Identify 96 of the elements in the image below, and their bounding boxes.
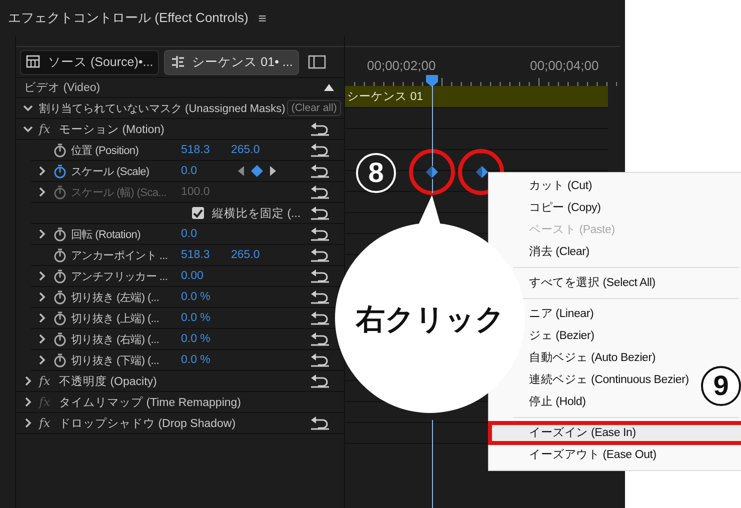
fx-toggle[interactable]: fx: [39, 416, 55, 430]
tab[interactable]: シーケンス 01• ...: [164, 50, 299, 74]
reset-icon[interactable]: [310, 122, 330, 136]
reset-icon[interactable]: [310, 269, 330, 283]
property-value[interactable]: 0.0 %: [181, 333, 231, 345]
property-label: 切り抜き (上端) (...: [71, 312, 160, 326]
reset-icon[interactable]: [310, 353, 330, 367]
chevron-icon[interactable]: [23, 376, 33, 386]
menu-item[interactable]: イーズアウト (Ease Out): [529, 444, 656, 466]
panel-title: エフェクトコントロール (Effect Controls): [8, 9, 248, 27]
menu-item[interactable]: ジェ (Bezier): [529, 325, 594, 347]
property-label: 位置 (Position): [71, 144, 140, 158]
fx-toggle[interactable]: fx: [39, 122, 55, 136]
reset-icon[interactable]: [310, 290, 330, 304]
effect-label: ドロップシャドウ (Drop Shadow): [59, 416, 237, 430]
checkbox[interactable]: [192, 207, 204, 219]
reset-icon[interactable]: [310, 143, 330, 157]
sequence-icon: [170, 55, 186, 69]
clip-bar[interactable]: シーケンス 01: [345, 86, 608, 108]
stopwatch-icon[interactable]: [53, 352, 67, 368]
effect-label: タイムリマップ (Time Remapping): [59, 395, 242, 410]
menu-item[interactable]: コピー (Copy): [529, 197, 601, 219]
previous-keyframe-icon[interactable]: [237, 166, 245, 176]
stopwatch-icon[interactable]: [53, 310, 67, 326]
property-label: 回転 (Rotation): [71, 228, 142, 242]
menu-item[interactable]: カット (Cut): [529, 175, 592, 197]
keyframe-icon[interactable]: [426, 166, 438, 178]
menu-item[interactable]: ニア (Linear): [529, 303, 594, 325]
effect-label: 不透明度 (Opacity): [59, 374, 158, 388]
property-value[interactable]: 265.0: [231, 144, 281, 156]
next-keyframe-icon[interactable]: [269, 166, 277, 176]
stopwatch-icon[interactable]: [53, 142, 67, 158]
keyframe-icon[interactable]: [476, 166, 488, 178]
property-value[interactable]: 518.3: [181, 144, 231, 156]
property-label: スケール (幅) (Sca...: [71, 186, 168, 200]
section-label: ビデオ (Video): [24, 80, 100, 95]
callout-text: 右クリック: [356, 303, 505, 338]
chevron-icon[interactable]: [37, 313, 47, 323]
reset-icon[interactable]: [310, 311, 330, 325]
property-value[interactable]: 0.0 %: [181, 291, 231, 303]
property-value[interactable]: 0.0 %: [181, 354, 231, 366]
chevron-icon[interactable]: [37, 292, 47, 302]
menu-item[interactable]: イーズイン (Ease In): [489, 422, 741, 444]
property-value[interactable]: 265.0: [231, 249, 281, 261]
clear-all-button[interactable]: (Clear all): [287, 100, 341, 116]
property-value[interactable]: 518.3: [181, 249, 231, 261]
panel-layout-icon[interactable]: [308, 55, 326, 69]
highlight-circle: [409, 149, 455, 195]
reset-icon[interactable]: [310, 227, 330, 241]
reset-icon[interactable]: [310, 206, 330, 220]
chevron-icon[interactable]: [23, 103, 33, 113]
chevron-icon[interactable]: [37, 334, 47, 344]
reset-icon[interactable]: [310, 374, 330, 388]
property-label: 切り抜き (下端) (...: [71, 354, 160, 368]
stopwatch-icon[interactable]: [53, 332, 67, 346]
property-value[interactable]: 0.00: [181, 270, 231, 282]
menu-item[interactable]: 連続ベジェ (Continuous Bezier): [529, 369, 689, 391]
effect-label: 割り当てられていないマスク (Unassigned Masks): [39, 102, 286, 116]
menu-item[interactable]: 停止 (Hold): [529, 391, 586, 413]
chevron-icon[interactable]: [37, 166, 47, 176]
chevron-icon[interactable]: [37, 229, 47, 239]
reset-icon[interactable]: [310, 248, 330, 262]
property-label: 切り抜き (左端) (...: [71, 290, 160, 304]
collapse-icon[interactable]: [324, 84, 334, 91]
property-value[interactable]: 0.0: [181, 165, 231, 177]
reset-icon[interactable]: [310, 164, 330, 178]
menu-icon[interactable]: ≡: [258, 10, 266, 26]
property-label: 切り抜き (右端) (...: [71, 332, 160, 346]
property-value[interactable]: 0.0 %: [181, 312, 231, 324]
property-label: スケール (Scale): [71, 164, 150, 178]
stopwatch-icon[interactable]: [53, 226, 67, 242]
chevron-icon[interactable]: [23, 124, 33, 134]
clip-name: シーケンス 01: [346, 90, 423, 104]
stopwatch-icon[interactable]: [53, 268, 67, 284]
menu-item[interactable]: 消去 (Clear): [529, 241, 590, 263]
stopwatch-icon[interactable]: [53, 290, 67, 304]
chevron-icon[interactable]: [37, 271, 47, 281]
effect-label: モーション (Motion): [59, 122, 166, 136]
menu-item[interactable]: 自動ベジェ (Auto Bezier): [529, 347, 656, 369]
reset-icon[interactable]: [310, 332, 330, 346]
timecode: 00;00;02;00: [367, 58, 436, 73]
stopwatch-icon[interactable]: [53, 248, 67, 262]
fx-toggle[interactable]: fx: [39, 374, 55, 388]
chevron-icon[interactable]: [37, 355, 47, 365]
property-label: アンカーポイント ...: [71, 248, 169, 262]
tab[interactable]: ソース (Source)•...: [20, 50, 160, 74]
property-value[interactable]: 0.0: [181, 228, 231, 240]
keyframe-icon[interactable]: [251, 165, 263, 177]
chevron-icon[interactable]: [23, 397, 33, 407]
checkbox-label: 縦横比を固定 (...: [212, 206, 301, 220]
chevron-icon[interactable]: [23, 418, 33, 428]
stopwatch-icon[interactable]: [53, 164, 67, 178]
property-label: アンチフリッカー ...: [71, 270, 169, 284]
timecode: 00;00;04;00: [530, 58, 599, 73]
menu-item[interactable]: すべてを選択 (Select All): [529, 272, 656, 294]
reset-icon[interactable]: [310, 416, 330, 430]
